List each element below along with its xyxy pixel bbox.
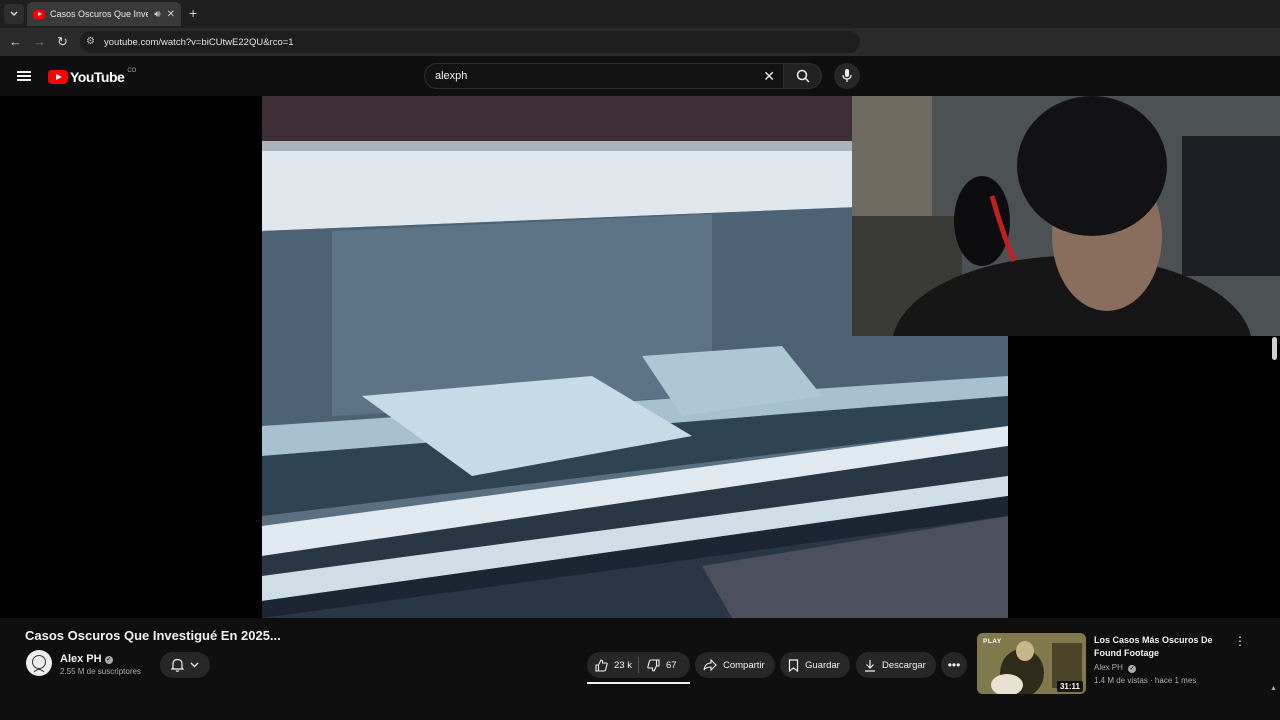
related-video-thumbnail[interactable]: PLAY 31:11 (977, 633, 1086, 694)
scroll-down-icon[interactable]: ▲ (1270, 685, 1277, 692)
browser-address-bar: ← → ↻ ⚙ youtube.com/watch?v=biCUtwE22QU&… (0, 28, 1280, 56)
related-video-title[interactable]: Los Casos Más Oscuros De Found Footage (1094, 634, 1224, 660)
related-meta-separator: · (1147, 676, 1155, 685)
close-icon[interactable]: ✕ (167, 9, 175, 20)
related-age: hace 1 mes (1154, 676, 1197, 685)
more-icon: ••• (947, 658, 961, 672)
youtube-favicon-icon (33, 9, 45, 19)
like-button[interactable]: 23 k (587, 652, 638, 678)
url-field[interactable]: ⚙ youtube.com/watch?v=biCUtwE22QU&rco=1 (80, 31, 860, 53)
youtube-logo-text: YouTube (70, 69, 125, 85)
menu-icon[interactable] (17, 71, 31, 81)
youtube-logo[interactable]: YouTube CO (48, 68, 137, 85)
search-input[interactable]: alexph ✕ (424, 63, 784, 89)
tab-title: Casos Oscuros Que Investigué En 2025... (50, 9, 149, 19)
related-more-icon[interactable]: ⋮ (1234, 634, 1246, 648)
voice-search-button[interactable] (834, 63, 860, 89)
search-value: alexph (435, 70, 468, 82)
save-icon (788, 658, 799, 672)
download-button[interactable]: Descargar (856, 652, 936, 678)
download-label: Descargar (882, 659, 926, 671)
tab-list-icon (10, 11, 18, 16)
chevron-down-icon (190, 662, 199, 668)
youtube-logo-icon (48, 70, 68, 84)
like-count: 23 k (614, 659, 632, 671)
related-views: 1.4 M de vistas (1094, 676, 1148, 685)
forward-icon[interactable]: → (33, 34, 46, 49)
more-actions-button[interactable]: ••• (941, 652, 967, 678)
speaker-icon[interactable]: 🔊︎ (154, 9, 160, 20)
verified-icon: ✓ (1128, 665, 1137, 673)
country-code: CO (127, 68, 137, 74)
webcam-image (852, 96, 1280, 336)
share-icon (703, 659, 717, 671)
site-info-icon[interactable]: ⚙ (86, 36, 98, 48)
clear-search-icon[interactable]: ✕ (763, 68, 775, 85)
video-info: Casos Oscuros Que Investigué En 2025... … (0, 618, 1280, 720)
dislike-button[interactable]: 67 (639, 652, 690, 678)
channel-name-text: Alex PH (60, 653, 102, 665)
share-label: Compartir (723, 659, 765, 671)
related-channel[interactable]: Alex PH ✓ (1094, 663, 1137, 673)
reload-icon[interactable]: ↻ (57, 34, 68, 50)
scrollbar-thumb[interactable] (1272, 337, 1277, 360)
like-ratio-bar (587, 682, 690, 684)
new-tab-button[interactable]: + (189, 5, 197, 21)
tab-list-button[interactable] (4, 4, 24, 24)
url-text: youtube.com/watch?v=biCUtwE22QU&rco=1 (104, 36, 294, 48)
video-player[interactable] (0, 96, 1280, 618)
verified-icon: ✓ (104, 656, 113, 664)
channel-name[interactable]: Alex PH ✓ (60, 653, 113, 665)
back-icon[interactable]: ← (9, 34, 22, 49)
video-title: Casos Oscuros Que Investigué En 2025... (25, 628, 281, 643)
like-dislike-group: 23 k 67 (587, 652, 690, 678)
save-label: Guardar (805, 659, 840, 671)
save-button[interactable]: Guardar (780, 652, 850, 678)
subscription-bell-button[interactable] (160, 652, 210, 678)
search-button[interactable] (784, 63, 822, 89)
bell-icon (171, 658, 184, 672)
related-badge: PLAY (983, 638, 1002, 645)
like-icon (595, 658, 608, 672)
mic-icon (842, 69, 852, 82)
youtube-masthead: YouTube CO alexph ✕ (0, 56, 1280, 96)
browser-tab-bar: Casos Oscuros Que Investigué En 2025... … (0, 0, 1280, 28)
download-icon (865, 659, 875, 672)
related-duration: 31:11 (1056, 681, 1083, 692)
subscriber-count: 2.55 M de suscriptores (60, 667, 141, 676)
webcam-overlay (852, 96, 1280, 336)
share-button[interactable]: Compartir (695, 652, 775, 678)
related-channel-name: Alex PH (1094, 663, 1123, 672)
avatar[interactable] (26, 650, 52, 676)
dislike-icon (647, 658, 660, 672)
browser-tab[interactable]: Casos Oscuros Que Investigué En 2025... … (27, 2, 181, 26)
search-icon (796, 69, 810, 83)
related-meta: 1.4 M de vistas · hace 1 mes (1094, 676, 1196, 685)
dislike-count: 67 (666, 659, 677, 671)
